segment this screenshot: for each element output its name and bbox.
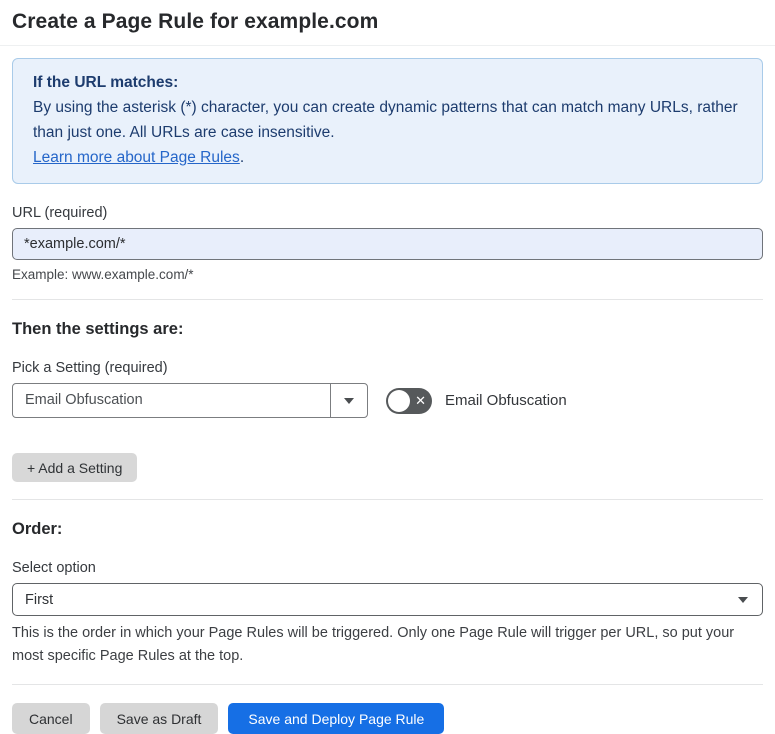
learn-more-link[interactable]: Learn more about Page Rules: [33, 149, 240, 166]
pick-setting-label: Pick a Setting (required): [12, 360, 168, 376]
divider: [12, 299, 763, 300]
toggle-label: Email Obfuscation: [445, 392, 567, 409]
cancel-button[interactable]: Cancel: [12, 703, 90, 734]
info-box-body: By using the asterisk (*) character, you…: [33, 95, 742, 145]
order-select[interactable]: First: [12, 583, 763, 616]
x-icon: ✕: [415, 392, 426, 408]
info-box-heading: If the URL matches:: [33, 74, 179, 91]
setting-row: Email Obfuscation ✕ Email Obfuscation: [12, 383, 763, 418]
divider: [12, 684, 763, 685]
save-draft-button[interactable]: Save as Draft: [99, 703, 219, 734]
add-setting-button[interactable]: + Add a Setting: [12, 453, 138, 482]
dropdown-arrow-icon: [344, 397, 354, 404]
create-page-rule-form: Create a Page Rule for example.com If th…: [0, 0, 775, 734]
order-select-label: Select option: [12, 560, 96, 576]
chevron-down-icon: [738, 596, 748, 603]
header: Create a Page Rule for example.com: [0, 0, 775, 46]
email-obfuscation-toggle[interactable]: ✕: [386, 387, 432, 414]
settings-section-heading: Then the settings are:: [12, 320, 184, 338]
url-field-label: URL (required): [12, 205, 108, 221]
save-deploy-button[interactable]: Save and Deploy Page Rule: [228, 703, 445, 734]
link-suffix: .: [239, 149, 245, 166]
order-section-heading: Order:: [12, 520, 63, 538]
divider: [12, 499, 763, 500]
order-helper-text: This is the order in which your Page Rul…: [12, 625, 735, 664]
footer-actions: Cancel Save as Draft Save and Deploy Pag…: [12, 703, 763, 734]
url-example-helper: Example: www.example.com/*: [12, 267, 194, 282]
toggle-knob: [388, 389, 410, 412]
setting-select-arrow-button[interactable]: [330, 384, 367, 417]
order-select-value: First: [25, 591, 54, 608]
page-title: Create a Page Rule for example.com: [12, 10, 379, 33]
info-box-body-text: By using the asterisk (*) character, you…: [33, 99, 738, 141]
url-input[interactable]: [12, 228, 763, 260]
setting-select-value: Email Obfuscation: [25, 392, 143, 408]
info-box-link-line: Learn more about Page Rules.: [33, 145, 742, 170]
setting-select[interactable]: Email Obfuscation: [12, 383, 368, 418]
url-match-info-box: If the URL matches: By using the asteris…: [12, 58, 763, 184]
